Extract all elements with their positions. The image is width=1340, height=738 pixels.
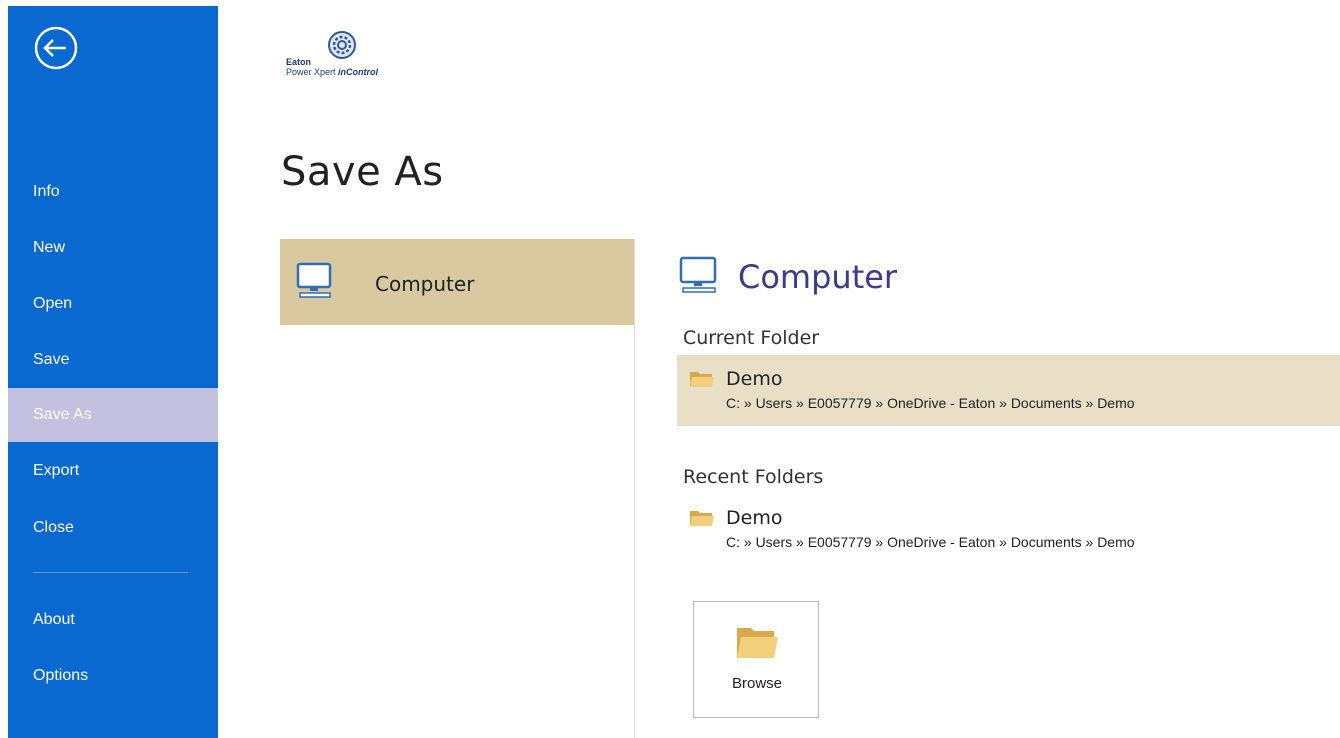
browse-button[interactable]: Browse (693, 601, 819, 718)
nav-close-label: Close (33, 519, 74, 536)
nav-new[interactable]: New (8, 221, 218, 275)
browse-label: Browse (731, 675, 783, 692)
nav-save-as-label: Save As (33, 406, 92, 423)
nav-export-label: Export (33, 462, 80, 479)
nav-close[interactable]: Close (8, 501, 218, 555)
logo-product: Power Xpert inControl (286, 67, 378, 77)
place-computer[interactable]: Computer (280, 239, 635, 325)
nav-save[interactable]: Save (8, 333, 218, 387)
logo-brand: Eaton (286, 57, 312, 67)
current-folder-heading: Current Folder (683, 327, 820, 349)
app-logo: Eaton Power Xpert inControl (280, 30, 420, 90)
computer-title-icon (679, 256, 717, 293)
nav-options[interactable]: Options (8, 649, 218, 703)
nav-divider (33, 572, 188, 573)
nav-save-as[interactable]: Save As (8, 388, 218, 442)
logo-product-emphasis: inControl (338, 67, 379, 77)
recent-folders-heading: Recent Folders (683, 466, 824, 488)
back-arrow-icon (34, 26, 78, 70)
nav-info-label: Info (33, 183, 60, 200)
backstage-sidebar: Info New Open Save Save As Export Close … (8, 6, 218, 738)
recent-folder-item[interactable]: Demo C: » Users » E0057779 » OneDrive - … (677, 494, 1340, 565)
folder-icon (690, 511, 714, 526)
nav-save-label: Save (33, 351, 70, 368)
eaton-gear-icon (328, 31, 356, 59)
recent-folder-path: C: » Users » E0057779 » OneDrive - Eaton… (726, 534, 1135, 550)
open-folder-icon (737, 628, 778, 658)
pane-divider (634, 239, 635, 738)
computer-icon (296, 262, 332, 298)
nav-info[interactable]: Info (8, 165, 218, 219)
current-folder-path: C: » Users » E0057779 » OneDrive - Eaton… (726, 395, 1135, 411)
page-title: Save As (281, 149, 444, 195)
nav-about-label: About (33, 611, 75, 628)
nav-options-label: Options (33, 667, 89, 684)
back-button[interactable] (31, 23, 81, 73)
recent-folder-name: Demo (726, 507, 783, 529)
nav-open-label: Open (33, 295, 73, 312)
section-title: Computer (738, 258, 898, 296)
nav-export[interactable]: Export (8, 444, 218, 498)
current-folder-name: Demo (726, 368, 783, 390)
folder-icon (690, 372, 714, 387)
current-folder-item[interactable]: Demo C: » Users » E0057779 » OneDrive - … (677, 355, 1340, 426)
logo-product-prefix: Power Xpert (286, 67, 339, 77)
place-computer-label: Computer (375, 272, 475, 296)
nav-about[interactable]: About (8, 593, 218, 647)
nav-new-label: New (33, 239, 66, 256)
nav-open[interactable]: Open (8, 277, 218, 331)
